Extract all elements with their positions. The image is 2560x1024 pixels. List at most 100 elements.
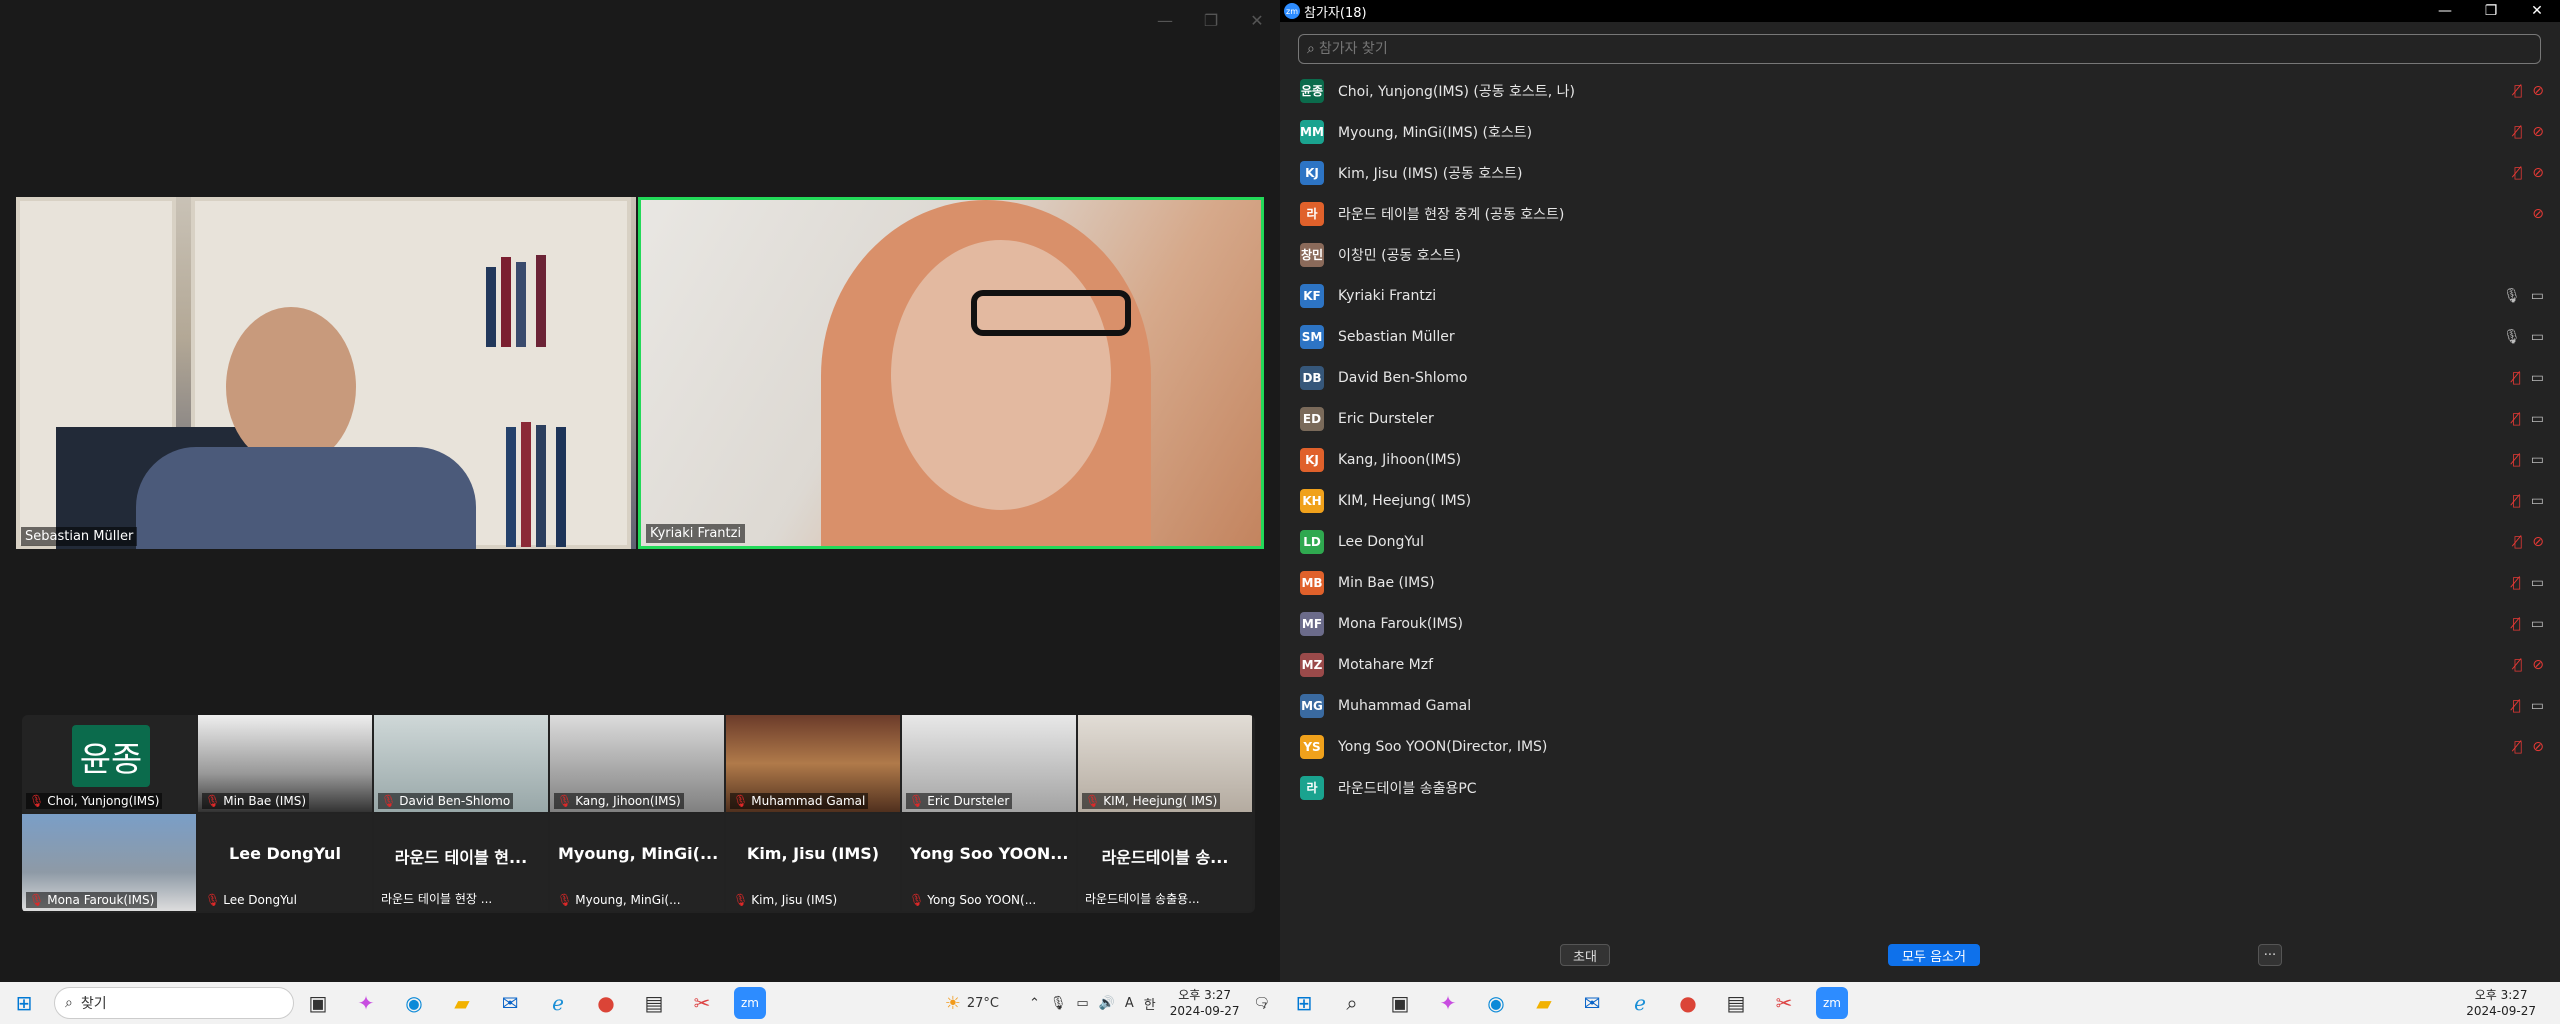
edge-icon[interactable]: ◉ bbox=[398, 987, 430, 1019]
participant-row[interactable]: KF Kyriaki Frantzi 🎙 ▭ bbox=[1280, 275, 2560, 316]
thumb-tile[interactable]: 🎙 Muhammad Gamal bbox=[726, 715, 900, 812]
video-off-icon[interactable]: ⊘ bbox=[2532, 206, 2544, 222]
participant-row[interactable]: KH KIM, Heejung( IMS) 🎙̸ ▭ bbox=[1280, 480, 2560, 521]
task-view-icon[interactable]: ▣ bbox=[302, 987, 334, 1019]
chevron-up-icon[interactable]: ⌃ bbox=[1029, 996, 1040, 1011]
video-icon[interactable]: ▭ bbox=[2531, 411, 2544, 427]
volume-icon[interactable]: 🔊 bbox=[1099, 996, 1115, 1011]
thumb-tile[interactable]: 🎙 Kang, Jihoon(IMS) bbox=[550, 715, 724, 812]
video-off-icon[interactable]: ⊘ bbox=[2532, 124, 2544, 140]
participant-row[interactable]: KJ Kim, Jisu (IMS) (공동 호스트) 🎙̸ ⊘ bbox=[1280, 152, 2560, 193]
edge-icon[interactable]: ◉ bbox=[1480, 987, 1512, 1019]
mic-muted-icon[interactable]: 🎙̸ bbox=[2512, 616, 2520, 632]
mic-muted-icon[interactable]: 🎙̸ bbox=[2512, 411, 2520, 427]
copilot-icon[interactable]: ✦ bbox=[1432, 987, 1464, 1019]
participant-row[interactable]: KJ Kang, Jihoon(IMS) 🎙̸ ▭ bbox=[1280, 439, 2560, 480]
video-off-icon[interactable]: ⊘ bbox=[2532, 739, 2544, 755]
video-tile-kyriaki-active-speaker[interactable]: Kyriaki Frantzi bbox=[638, 197, 1264, 549]
video-icon[interactable]: ▭ bbox=[2531, 575, 2544, 591]
thumb-tile[interactable]: Lee DongYul 🎙 Lee DongYul bbox=[198, 814, 372, 911]
snipping-tool-icon[interactable]: ✂ bbox=[1768, 987, 1800, 1019]
mic-muted-icon[interactable]: 🎙̸ bbox=[2514, 83, 2522, 99]
task-view-icon[interactable]: ▣ bbox=[1384, 987, 1416, 1019]
snipping-tool-icon[interactable]: ✂ bbox=[686, 987, 718, 1019]
mic-muted-icon[interactable]: 🎙̸ bbox=[2512, 698, 2520, 714]
participant-row[interactable]: SM Sebastian Müller 🎙 ▭ bbox=[1280, 316, 2560, 357]
mic-muted-icon[interactable]: 🎙̸ bbox=[2514, 657, 2522, 673]
windows-start-icon[interactable]: ⊞ bbox=[1288, 987, 1320, 1019]
zoom-app-icon[interactable]: zm bbox=[734, 987, 766, 1019]
ie-icon[interactable]: ℯ bbox=[1624, 987, 1656, 1019]
participant-row[interactable]: MG Muhammad Gamal 🎙̸ ▭ bbox=[1280, 685, 2560, 726]
video-off-icon[interactable]: ⊘ bbox=[2532, 165, 2544, 181]
participant-row[interactable]: LD Lee DongYul 🎙̸ ⊘ bbox=[1280, 521, 2560, 562]
participant-row[interactable]: MF Mona Farouk(IMS) 🎙̸ ▭ bbox=[1280, 603, 2560, 644]
participant-search-input[interactable] bbox=[1318, 41, 2429, 57]
mic-icon[interactable]: 🎙 bbox=[2503, 288, 2521, 304]
taskbar-clock[interactable]: 오후 3:27 2024-09-27 bbox=[1170, 987, 1240, 1019]
participant-row[interactable]: 라 라운드테이블 송출용PC bbox=[1280, 767, 2560, 808]
video-icon[interactable]: ▭ bbox=[2531, 452, 2544, 468]
taskbar-search[interactable]: ⌕ 찾기 bbox=[54, 987, 294, 1019]
search-icon[interactable]: ⌕ bbox=[1336, 987, 1368, 1019]
microphone-icon[interactable]: 🎙 bbox=[1050, 996, 1067, 1011]
thumb-tile[interactable]: Myoung, MinGi(... 🎙 Myoung, MinGi(... bbox=[550, 814, 724, 911]
mic-muted-icon[interactable]: 🎙̸ bbox=[2514, 165, 2522, 181]
language-indicator[interactable]: A bbox=[1125, 996, 1134, 1011]
notification-icon[interactable]: 🗨 7 bbox=[1253, 996, 1270, 1012]
participant-row[interactable]: MB Min Bae (IMS) 🎙̸ ▭ bbox=[1280, 562, 2560, 603]
mail-icon[interactable]: ✉ bbox=[494, 987, 526, 1019]
sticky-notes-icon[interactable]: ▤ bbox=[1720, 987, 1752, 1019]
participant-row[interactable]: DB David Ben-Shlomo 🎙̸ ▭ bbox=[1280, 357, 2560, 398]
participant-row[interactable]: 창민 이창민 (공동 호스트) bbox=[1280, 234, 2560, 275]
mic-muted-icon[interactable]: 🎙̸ bbox=[2512, 493, 2520, 509]
participant-row[interactable]: MZ Motahare Mzf 🎙̸ ⊘ bbox=[1280, 644, 2560, 685]
windows-start-icon[interactable]: ⊞ bbox=[8, 987, 40, 1019]
more-options-button[interactable]: ··· bbox=[2258, 944, 2282, 966]
restore-icon[interactable]: ❐ bbox=[2468, 3, 2514, 19]
thumb-tile[interactable]: 윤종 🎙 Choi, Yunjong(IMS) bbox=[22, 715, 196, 812]
video-icon[interactable]: ▭ bbox=[2531, 329, 2544, 345]
mic-muted-icon[interactable]: 🎙̸ bbox=[2514, 124, 2522, 140]
thumb-tile[interactable]: 라운드 테이블 현... 라운드 테이블 현장 ... bbox=[374, 814, 548, 911]
chrome-icon[interactable]: ● bbox=[590, 987, 622, 1019]
video-icon[interactable]: ▭ bbox=[2531, 698, 2544, 714]
participant-row[interactable]: MM Myoung, MinGi(IMS) (호스트) 🎙̸ ⊘ bbox=[1280, 111, 2560, 152]
thumb-tile[interactable]: 🎙 KIM, Heejung( IMS) bbox=[1078, 715, 1252, 812]
thumb-tile[interactable]: 🎙 David Ben-Shlomo bbox=[374, 715, 548, 812]
close-icon[interactable]: ✕ bbox=[2514, 3, 2560, 19]
minimize-icon[interactable]: — bbox=[2422, 3, 2468, 19]
zoom-app-icon[interactable]: zm bbox=[1816, 987, 1848, 1019]
video-off-icon[interactable]: ⊘ bbox=[2532, 83, 2544, 99]
thumb-tile[interactable]: 🎙 Eric Dursteler bbox=[902, 715, 1076, 812]
mail-icon[interactable]: ✉ bbox=[1576, 987, 1608, 1019]
invite-button[interactable]: 초대 bbox=[1560, 944, 1610, 966]
video-icon[interactable]: ▭ bbox=[2531, 288, 2544, 304]
video-icon[interactable]: ▭ bbox=[2531, 616, 2544, 632]
thumb-tile[interactable]: 🎙 Min Bae (IMS) bbox=[198, 715, 372, 812]
participant-row[interactable]: 윤종 Choi, Yunjong(IMS) (공동 호스트, 나) 🎙̸ ⊘ bbox=[1280, 70, 2560, 111]
ie-icon[interactable]: ℯ bbox=[542, 987, 574, 1019]
minimize-icon[interactable]: — bbox=[1142, 8, 1188, 32]
ime-indicator[interactable]: 한 bbox=[1144, 994, 1156, 1013]
mic-muted-icon[interactable]: 🎙̸ bbox=[2514, 739, 2522, 755]
mic-icon[interactable]: 🎙 bbox=[2503, 329, 2521, 345]
chrome-icon[interactable]: ● bbox=[1672, 987, 1704, 1019]
taskbar-clock[interactable]: 오후 3:27 2024-09-27 bbox=[2466, 987, 2536, 1019]
mute-all-button[interactable]: 모두 음소거 bbox=[1888, 944, 1980, 966]
file-explorer-icon[interactable]: ▰ bbox=[446, 987, 478, 1019]
restore-icon[interactable]: ❐ bbox=[1188, 8, 1234, 32]
mic-muted-icon[interactable]: 🎙̸ bbox=[2514, 534, 2522, 550]
thumb-tile[interactable]: 🎙 Mona Farouk(IMS) bbox=[22, 814, 196, 911]
file-explorer-icon[interactable]: ▰ bbox=[1528, 987, 1560, 1019]
thumb-tile[interactable]: Yong Soo YOON... 🎙 Yong Soo YOON(... bbox=[902, 814, 1076, 911]
mic-muted-icon[interactable]: 🎙̸ bbox=[2512, 370, 2520, 386]
video-off-icon[interactable]: ⊘ bbox=[2532, 657, 2544, 673]
participant-search-field[interactable]: ⌕ bbox=[1298, 34, 2541, 64]
thumb-tile[interactable]: Kim, Jisu (IMS) 🎙 Kim, Jisu (IMS) bbox=[726, 814, 900, 911]
mic-muted-icon[interactable]: 🎙̸ bbox=[2512, 452, 2520, 468]
sticky-notes-icon[interactable]: ▤ bbox=[638, 987, 670, 1019]
thumb-tile[interactable]: 라운드테이블 송... 라운드테이블 송출용... bbox=[1078, 814, 1252, 911]
participant-row[interactable]: ED Eric Dursteler 🎙̸ ▭ bbox=[1280, 398, 2560, 439]
video-icon[interactable]: ▭ bbox=[2531, 493, 2544, 509]
